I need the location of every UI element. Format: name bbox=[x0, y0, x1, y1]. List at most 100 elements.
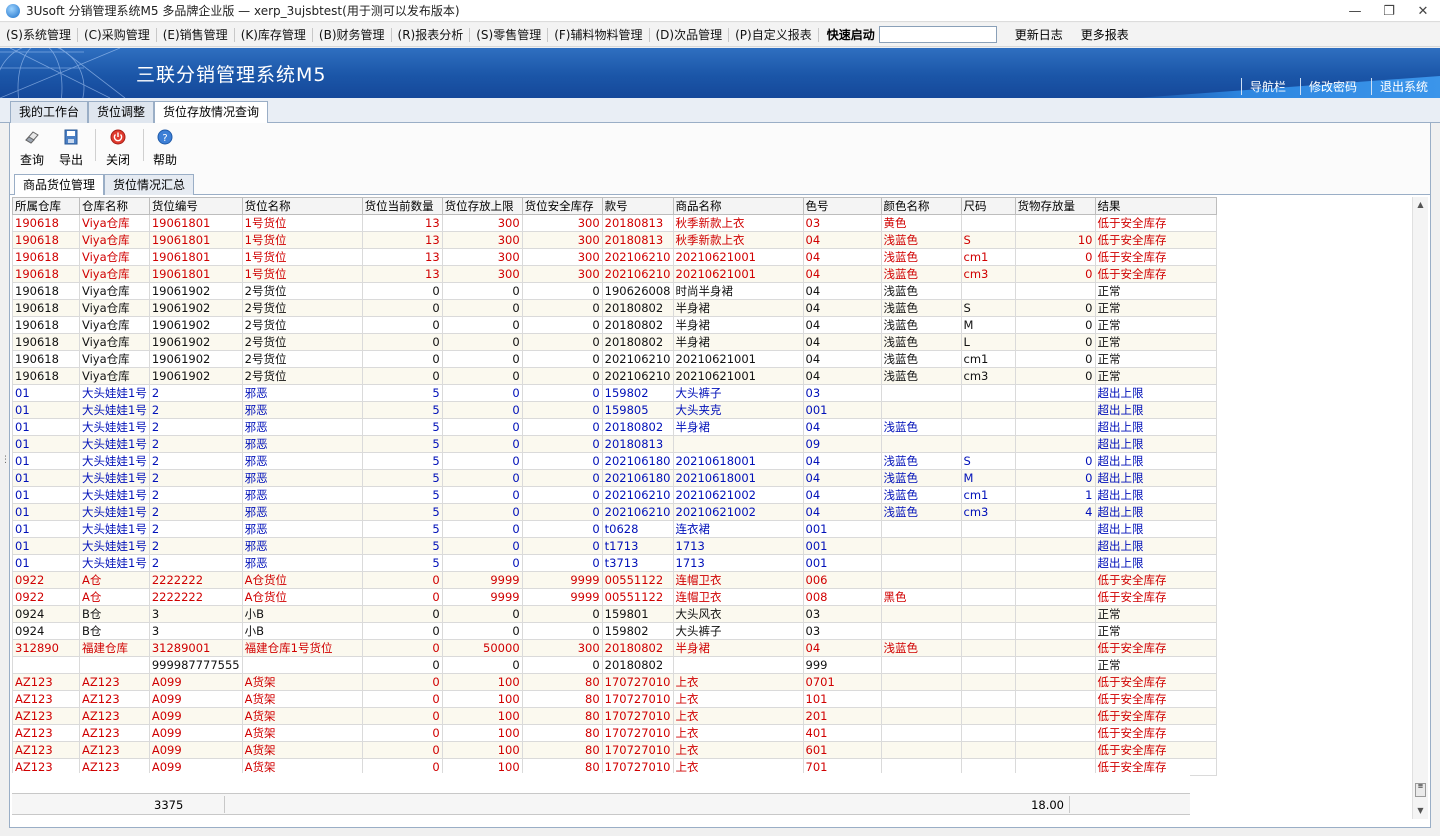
table-row[interactable]: 190618 Viya仓库 19061902 2号货位 0 0 0 20180802 半身裙 04… bbox=[12, 316, 1217, 334]
query-button[interactable]: 查询 bbox=[12, 127, 52, 167]
col-header[interactable]: 结果 bbox=[1094, 197, 1217, 215]
table-row[interactable]: 01 大头娃娃1号 2 邪恶 5 0 0 t0628 连衣裙 001 超出上限 bbox=[12, 520, 1217, 538]
menu-system[interactable]: (S)系统管理 bbox=[0, 23, 77, 47]
col-header[interactable]: 款号 bbox=[601, 197, 674, 215]
menu-materials[interactable]: (F)辅料物料管理 bbox=[548, 23, 648, 47]
table-cell: A货架 bbox=[241, 673, 363, 691]
table-row[interactable]: 190618 Viya仓库 19061801 1号货位 13 300 300 20210621… bbox=[12, 248, 1217, 266]
table-row[interactable]: AZ123 AZ123 A099 A货架 0 100 80 170727010 上衣 101 低于安… bbox=[12, 690, 1217, 708]
navigation-link[interactable]: 导航栏 bbox=[1240, 78, 1294, 95]
table-cell: 20180802 bbox=[601, 333, 674, 351]
scroll-thumb[interactable]: ≡ bbox=[1415, 783, 1426, 797]
table-cell bbox=[1014, 282, 1096, 300]
table-row[interactable]: 01 大头娃娃1号 2 邪恶 5 0 0 202106180 20210618001 04 浅蓝色 S… bbox=[12, 452, 1217, 470]
logout-link[interactable]: 退出系统 bbox=[1370, 78, 1436, 95]
table-cell: Viya仓库 bbox=[79, 299, 150, 317]
col-header[interactable]: 所属仓库 bbox=[12, 197, 80, 215]
scroll-up-icon[interactable]: ▲ bbox=[1413, 197, 1428, 213]
table-cell: 超出上限 bbox=[1094, 384, 1217, 402]
col-header[interactable]: 色号 bbox=[802, 197, 882, 215]
table-cell: 1号货位 bbox=[241, 248, 363, 266]
tab-workbench[interactable]: 我的工作台 bbox=[10, 101, 89, 123]
col-header[interactable]: 货位存放上限 bbox=[441, 197, 523, 215]
table-cell: 大头娃娃1号 bbox=[79, 435, 150, 453]
table-cell: 01 bbox=[12, 554, 80, 572]
table-cell: 4 bbox=[1014, 503, 1096, 521]
menu-retail[interactable]: (S)零售管理 bbox=[470, 23, 547, 47]
col-header[interactable]: 商品名称 bbox=[672, 197, 804, 215]
col-header[interactable]: 仓库名称 bbox=[79, 197, 150, 215]
export-button[interactable]: 导出 bbox=[51, 127, 91, 167]
table-row[interactable]: AZ123 AZ123 A099 A货架 0 100 80 170727010 上衣 0701 低于… bbox=[12, 673, 1217, 691]
changelog-link[interactable]: 更新日志 bbox=[1015, 26, 1063, 43]
change-password-link[interactable]: 修改密码 bbox=[1299, 78, 1365, 95]
table-cell bbox=[960, 384, 1016, 402]
table-row[interactable]: 01 大头娃娃1号 2 邪恶 5 0 0 159805 大头夹克 001 超出上限 bbox=[12, 401, 1217, 419]
table-row[interactable]: 190618 Viya仓库 19061902 2号货位 0 0 0 202106210 2021… bbox=[12, 367, 1217, 385]
col-header[interactable]: 货位编号 bbox=[148, 197, 243, 215]
table-row[interactable]: 01 大头娃娃1号 2 邪恶 5 0 0 20180813 09 超出上限 bbox=[12, 435, 1217, 453]
table-row[interactable]: 190618 Viya仓库 19061902 2号货位 0 0 0 20180802 半身裙 04… bbox=[12, 333, 1217, 351]
col-header[interactable]: 货位安全库存 bbox=[521, 197, 603, 215]
table-row[interactable]: 190618 Viya仓库 19061902 2号货位 0 0 0 190626008 时尚半身… bbox=[12, 282, 1217, 300]
table-row[interactable]: 0922 A仓 2222222 A仓货位 0 9999 9999 00551122 连帽卫衣 00… bbox=[12, 571, 1217, 589]
table-row[interactable]: 190618 Viya仓库 19061902 2号货位 0 0 0 20180802 半身裙 04… bbox=[12, 299, 1217, 317]
table-row[interactable]: 01 大头娃娃1号 2 邪恶 5 0 0 t1713 1713 001 超出上限 bbox=[12, 537, 1217, 555]
menu-custom-reports[interactable]: (P)自定义报表 bbox=[729, 23, 818, 47]
table-row[interactable]: 190618 Viya仓库 19061801 1号货位 13 300 300 20180813… bbox=[12, 231, 1217, 249]
menu-inventory[interactable]: (K)库存管理 bbox=[235, 23, 312, 47]
table-cell: 170727010 bbox=[601, 707, 674, 725]
tab-location-adjust[interactable]: 货位调整 bbox=[88, 101, 155, 123]
quick-start-input[interactable] bbox=[878, 26, 997, 43]
table-row[interactable]: 190618 Viya仓库 19061902 2号货位 0 0 0 202106210 2021… bbox=[12, 350, 1217, 368]
tab-location-query[interactable]: 货位存放情况查询 bbox=[154, 101, 269, 124]
col-header[interactable]: 货物存放量 bbox=[1014, 197, 1096, 215]
tab-product-location[interactable]: 商品货位管理 bbox=[14, 174, 105, 196]
splitter-grip-icon[interactable]: ⋮ bbox=[1, 456, 10, 474]
table-cell: 浅蓝色 bbox=[880, 639, 962, 657]
close-window-button[interactable]: ✕ bbox=[1406, 0, 1440, 22]
table-row[interactable]: AZ123 AZ123 A099 A货架 0 100 80 170727010 上衣 601 低于安… bbox=[12, 741, 1217, 759]
table-row[interactable]: 0924 B仓 3 小B 0 0 0 159802 大头裤子 03 正常 bbox=[12, 622, 1217, 640]
table-row[interactable]: 190618 Viya仓库 19061801 1号货位 13 300 300 20210621… bbox=[12, 265, 1217, 283]
table-row[interactable]: 0922 A仓 2222222 A仓货位 0 9999 9999 00551122 连帽卫衣 00… bbox=[12, 588, 1217, 606]
menu-defects[interactable]: (D)次品管理 bbox=[650, 23, 729, 47]
col-header[interactable]: 货位当前数量 bbox=[361, 197, 443, 215]
table-row[interactable]: 999987777555 0 0 0 20180802 999 正常 bbox=[12, 656, 1217, 674]
table-cell: 202106210 bbox=[601, 503, 674, 521]
restore-button[interactable]: ❐ bbox=[1372, 0, 1406, 22]
table-cell: 邪恶 bbox=[241, 503, 363, 521]
table-cell: 0 bbox=[441, 520, 523, 538]
table-row[interactable]: 01 大头娃娃1号 2 邪恶 5 0 0 t3713 1713 001 超出上限 bbox=[12, 554, 1217, 572]
col-header[interactable]: 货位名称 bbox=[241, 197, 363, 215]
grid-empty-area bbox=[12, 773, 1190, 793]
help-button[interactable]: ? 帮助 bbox=[145, 127, 185, 167]
table-cell: 0 bbox=[441, 282, 523, 300]
table-row[interactable]: 01 大头娃娃1号 2 邪恶 5 0 0 159802 大头裤子 03 超出上限 bbox=[12, 384, 1217, 402]
table-row[interactable]: AZ123 AZ123 A099 A货架 0 100 80 170727010 上衣 201 低于安… bbox=[12, 707, 1217, 725]
close-button[interactable]: 关闭 bbox=[98, 127, 138, 167]
table-cell: Viya仓库 bbox=[79, 350, 150, 368]
minimize-button[interactable]: — bbox=[1338, 0, 1372, 22]
menu-reports[interactable]: (R)报表分析 bbox=[392, 23, 470, 47]
more-reports-link[interactable]: 更多报表 bbox=[1081, 26, 1129, 43]
col-header[interactable]: 尺码 bbox=[960, 197, 1016, 215]
tab-location-summary[interactable]: 货位情况汇总 bbox=[104, 174, 195, 195]
table-row[interactable]: AZ123 AZ123 A099 A货架 0 100 80 170727010 上衣 401 低于安… bbox=[12, 724, 1217, 742]
col-header[interactable]: 颜色名称 bbox=[880, 197, 962, 215]
vertical-scrollbar[interactable]: ▲ ≡ ▼ bbox=[1412, 197, 1428, 819]
table-row[interactable]: 01 大头娃娃1号 2 邪恶 5 0 0 202106180 20210618001 04 浅蓝色 M… bbox=[12, 469, 1217, 487]
scroll-down-icon[interactable]: ▼ bbox=[1413, 803, 1428, 819]
table-cell: 190618 bbox=[12, 265, 80, 283]
table-row[interactable]: 01 大头娃娃1号 2 邪恶 5 0 0 202106210 20210621002 04 浅蓝色 c… bbox=[12, 486, 1217, 504]
table-cell: 0 bbox=[521, 299, 603, 317]
menu-sales[interactable]: (E)销售管理 bbox=[157, 23, 234, 47]
table-cell: AZ123 bbox=[12, 690, 80, 708]
table-row[interactable]: 312890 福建仓库 31289001 福建仓库1号货位 0 50000 300 20180… bbox=[12, 639, 1217, 657]
table-row[interactable]: 190618 Viya仓库 19061801 1号货位 13 300 300 20180813… bbox=[12, 214, 1217, 232]
table-row[interactable]: 01 大头娃娃1号 2 邪恶 5 0 0 202106210 20210621002 04 浅蓝色 c… bbox=[12, 503, 1217, 521]
menu-purchase[interactable]: (C)采购管理 bbox=[78, 23, 156, 47]
table-row[interactable]: 01 大头娃娃1号 2 邪恶 5 0 0 20180802 半身裙 04 浅蓝色 超出上限 bbox=[12, 418, 1217, 436]
menu-finance[interactable]: (B)财务管理 bbox=[313, 23, 391, 47]
table-row[interactable]: 0924 B仓 3 小B 0 0 0 159801 大头风衣 03 正常 bbox=[12, 605, 1217, 623]
